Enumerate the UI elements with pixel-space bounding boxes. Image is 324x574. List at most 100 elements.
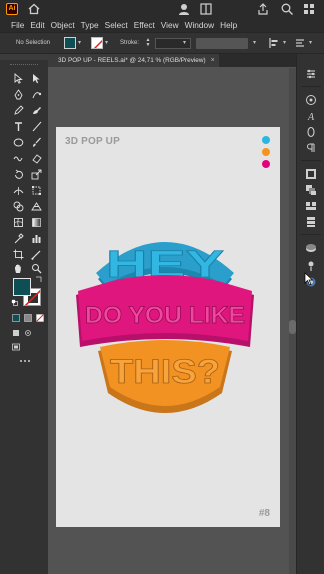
properties-icon[interactable] [305, 68, 317, 80]
menu-edit[interactable]: Edit [30, 20, 44, 30]
more-tools-icon[interactable] [19, 359, 31, 365]
chevron-down-icon[interactable]: ▾ [253, 39, 256, 46]
menu-file[interactable]: File [11, 20, 24, 30]
glyphs-icon[interactable] [305, 126, 317, 138]
fill-swatch[interactable] [13, 278, 31, 296]
menu-bar: File Edit Object Type Select Effect View… [0, 18, 324, 32]
paragraph-icon[interactable] [305, 142, 317, 154]
draw-mode-icon[interactable] [24, 329, 32, 337]
chevron-down-icon[interactable]: ▾ [105, 39, 108, 46]
pen-tool-icon[interactable] [13, 89, 24, 100]
dock-separator [301, 86, 321, 87]
stroke-weight-stepper[interactable]: ▲ ▼ [144, 38, 152, 49]
color-dot-blue [262, 136, 270, 144]
brushes-icon[interactable] [305, 260, 317, 272]
home-icon[interactable] [28, 3, 40, 15]
scrollbar-thumb[interactable] [289, 320, 296, 334]
menu-select[interactable]: Select [105, 20, 128, 30]
menu-view[interactable]: View [161, 20, 179, 30]
stroke-color-swatch[interactable] [91, 37, 103, 49]
svg-text:A: A [307, 112, 315, 122]
align-panel-icon[interactable] [305, 216, 317, 228]
color-panel-icon[interactable] [305, 94, 317, 106]
menu-window[interactable]: Window [185, 20, 215, 30]
word-do-you-like: DO YOU LIKE [85, 302, 245, 329]
perspective-grid-tool-icon[interactable] [31, 201, 42, 212]
menu-effect[interactable]: Effect [134, 20, 155, 30]
appearance-icon[interactable] [305, 242, 317, 254]
artboard[interactable]: 3D POP UP HEY DO YOU LIKE THIS? #8 [56, 127, 280, 527]
draw-normal-icon[interactable] [12, 329, 20, 337]
artboard-title: 3D POP UP [65, 136, 120, 147]
eyedropper-tool-icon[interactable] [13, 233, 24, 244]
scale-tool-icon[interactable] [31, 169, 42, 180]
selection-tool-icon[interactable] [13, 73, 24, 84]
rotate-tool-icon[interactable] [13, 169, 24, 180]
direct-selection-tool-icon[interactable] [31, 73, 42, 84]
selection-status: No Selection [16, 40, 51, 46]
gradient-mode-icon[interactable] [24, 314, 32, 322]
chevron-down-icon[interactable]: ▾ [283, 39, 286, 46]
color-mode-icon[interactable] [12, 314, 20, 322]
line-segment-tool-icon[interactable] [31, 121, 42, 132]
menu-help[interactable]: Help [220, 20, 237, 30]
slice-tool-icon[interactable] [31, 249, 42, 260]
arrange-documents-icon[interactable] [199, 2, 213, 16]
chevron-down-icon[interactable]: ▾ [183, 39, 186, 46]
zoom-tool-icon[interactable] [31, 263, 42, 274]
canvas[interactable]: 3D POP UP HEY DO YOU LIKE THIS? #8 [48, 67, 296, 574]
color-dot-pink [262, 160, 270, 168]
close-icon[interactable]: × [211, 57, 215, 64]
shaper-tool-icon[interactable] [13, 153, 24, 164]
swatches-icon[interactable] [305, 168, 317, 180]
hand-tool-icon[interactable] [13, 263, 24, 274]
style-field[interactable] [196, 38, 248, 49]
fill-color-swatch[interactable] [64, 37, 76, 49]
default-fill-stroke-icon[interactable] [11, 299, 18, 306]
panel-grip[interactable] [10, 64, 38, 66]
none-mode-icon[interactable] [36, 314, 44, 322]
document-tab-title: 3D POP UP - REELS.ai* @ 24,71 % (RGB/Pre… [58, 57, 206, 64]
type-tool-icon[interactable] [13, 121, 24, 132]
document-tab-bar: 3D POP UP - REELS.ai* @ 24,71 % (RGB/Pre… [48, 54, 296, 67]
artboard-number: #8 [258, 508, 270, 519]
blob-brush-tool-icon[interactable] [31, 105, 42, 116]
curvature-tool-icon[interactable] [31, 89, 42, 100]
paintbrush-tool-icon[interactable] [31, 137, 42, 148]
search-icon[interactable] [280, 2, 294, 16]
dock-separator [301, 160, 321, 161]
word-this: THIS? [110, 353, 220, 391]
eraser-tool-icon[interactable] [31, 153, 42, 164]
mesh-tool-icon[interactable] [13, 217, 24, 228]
screen-mode-icon[interactable] [12, 343, 20, 351]
column-graph-tool-icon[interactable] [31, 233, 42, 244]
share-icon[interactable] [256, 2, 270, 16]
pencil-tool-icon[interactable] [13, 105, 24, 116]
type-panel-icon[interactable]: A [305, 110, 317, 122]
document-tab[interactable]: 3D POP UP - REELS.ai* @ 24,71 % (RGB/Pre… [48, 54, 219, 67]
workspace-switcher-icon[interactable] [302, 2, 316, 16]
layers-icon[interactable] [305, 184, 317, 196]
artboards-icon[interactable] [305, 200, 317, 212]
help-icon[interactable] [177, 2, 191, 16]
chevron-down-icon[interactable]: ▾ [78, 39, 81, 46]
title-bar: Ai [0, 0, 324, 18]
free-transform-tool-icon[interactable] [31, 185, 42, 196]
chevron-down-icon[interactable]: ▾ [309, 39, 312, 46]
align-icon[interactable] [268, 37, 280, 49]
width-tool-icon[interactable] [13, 185, 24, 196]
swap-fill-stroke-icon[interactable] [35, 276, 42, 283]
color-dot-orange [262, 148, 270, 156]
menu-object[interactable]: Object [51, 20, 75, 30]
artboard-tool-icon[interactable] [13, 249, 24, 260]
pop-up-lettering-graphic: HEY DO YOU LIKE THIS? [76, 242, 254, 413]
paragraph-align-icon[interactable] [294, 37, 306, 49]
stroke-label: Stroke: [120, 40, 140, 46]
shape-builder-tool-icon[interactable] [13, 201, 24, 212]
ellipse-tool-icon[interactable] [13, 137, 24, 148]
control-bar: No Selection ▾ ▾ Stroke: ▲ ▼ ▾ ▾ ▾ ▾ [0, 32, 324, 54]
illustrator-logo: Ai [6, 3, 18, 15]
gradient-tool-icon[interactable] [31, 217, 42, 228]
menu-type[interactable]: Type [81, 20, 99, 30]
dock-separator [301, 234, 321, 235]
